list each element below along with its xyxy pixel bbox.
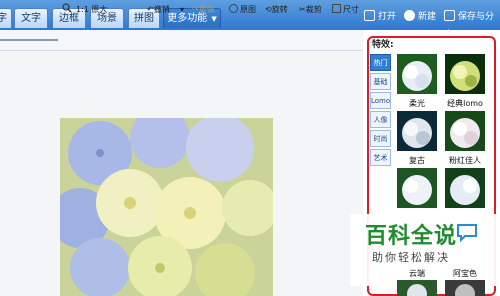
tab-prev[interactable]: 字 <box>0 8 12 28</box>
resize-icon <box>332 4 341 13</box>
category-art[interactable]: 艺术 <box>370 149 391 166</box>
zoom-icon[interactable] <box>62 3 72 17</box>
plus-icon <box>404 10 415 21</box>
watermark-subtitle: 助你轻松解决 <box>372 251 450 264</box>
redo-icon: ↷ <box>192 5 199 14</box>
effect-thumb-8[interactable] <box>445 280 485 296</box>
effects-title: 特效: <box>372 40 394 50</box>
category-hot[interactable]: 热门 <box>370 54 391 71</box>
effect-thumb-pink-beauty[interactable] <box>445 111 485 151</box>
effect-label-soft-light: 柔光 <box>409 99 425 108</box>
original-size-button[interactable]: 1:1 原大 <box>76 3 107 17</box>
category-basic[interactable]: 基础 <box>370 73 391 90</box>
undo-icon: ↶ <box>147 5 154 14</box>
effect-thumb-7[interactable] <box>397 280 437 296</box>
effect-thumb-6[interactable] <box>445 168 485 208</box>
reset-original-button[interactable]: 原图 <box>229 3 256 17</box>
watermark-title: 百科全说 <box>365 224 458 249</box>
chat-bubble-logo-icon <box>457 224 477 242</box>
category-fashion[interactable]: 时尚 <box>370 130 391 147</box>
zoom-slider[interactable] <box>0 39 58 41</box>
rotate-icon: ⟲ <box>265 5 272 14</box>
open-button[interactable]: 打开 <box>364 8 396 26</box>
reset-icon <box>229 4 238 13</box>
save-icon <box>444 10 455 21</box>
folder-icon <box>364 10 375 21</box>
effect-label-vintage: 复古 <box>409 156 425 165</box>
effect-thumb-vintage[interactable] <box>397 111 437 151</box>
scissors-icon: ✂ <box>299 5 306 14</box>
rotate-button[interactable]: ⟲旋转 <box>265 3 288 17</box>
effect-label-abao: 阿宝色 <box>453 269 477 278</box>
save-share-button[interactable]: 保存与分享 <box>444 8 500 40</box>
effect-label-cloud: 云端 <box>409 269 425 278</box>
effect-thumb-5[interactable] <box>397 168 437 208</box>
undo-dropdown-icon[interactable]: ▾ <box>180 3 184 17</box>
redo-button[interactable]: ↷重做 <box>192 3 215 17</box>
effect-thumb-soft-light[interactable] <box>397 54 437 94</box>
effect-label-classic-lomo: 经典lomo <box>447 99 483 108</box>
tab-text[interactable]: 文字 <box>14 8 48 28</box>
crop-button[interactable]: ✂裁剪 <box>299 3 322 17</box>
resize-button[interactable]: 尺寸 <box>332 3 359 17</box>
effect-label-pink-beauty: 粉红佳人 <box>449 156 481 165</box>
edited-photo[interactable] <box>60 118 273 296</box>
category-lomo[interactable]: Lomo <box>370 92 391 109</box>
category-portrait[interactable]: 人像 <box>370 111 391 128</box>
undo-button[interactable]: ↶撤销 <box>147 3 170 17</box>
effect-thumb-classic-lomo[interactable] <box>445 54 485 94</box>
new-button[interactable]: 新建 <box>404 8 436 26</box>
